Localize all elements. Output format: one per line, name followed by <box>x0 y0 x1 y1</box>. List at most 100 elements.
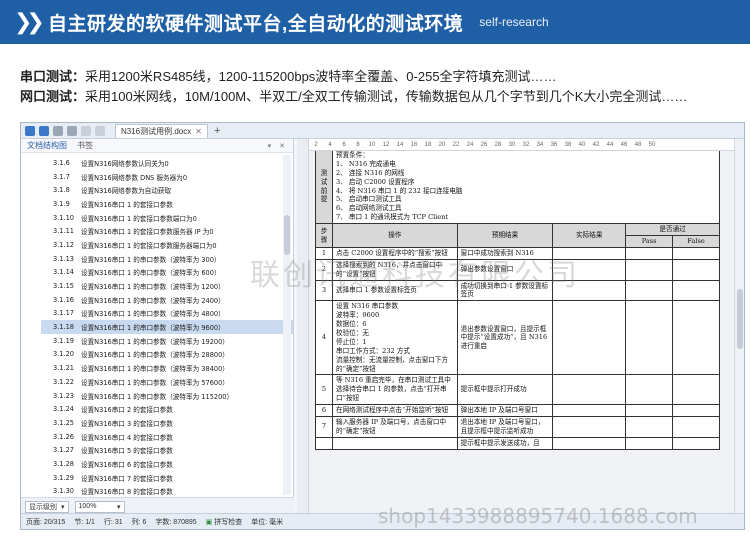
step-fail <box>672 374 720 406</box>
ruler-tick: 28 <box>494 141 502 148</box>
outline-item[interactable]: 3.1.14 设置N316串口 1 的串口参数（波特率为 600） <box>41 266 293 280</box>
open-icon[interactable] <box>53 125 63 136</box>
step-operation: 等 N316 重启完毕，在串口测试工具中选择待合串口 1 的参数，点击“打开串口… <box>331 374 458 406</box>
outline-item[interactable]: 3.1.11 设置N316串口 1 的套接口参数服务器 IP 为0 <box>41 224 293 238</box>
table-header-row: 步骤 操作 预期结果 实际结果 是否通过 <box>315 223 720 248</box>
ruler-tick: 2 <box>314 141 318 148</box>
app-logo-icon[interactable] <box>25 125 35 136</box>
document-scroll-thumb[interactable] <box>737 289 743 349</box>
display-level-select[interactable]: 显示级别 ▾ <box>25 500 69 513</box>
tab-document-map[interactable]: 文档结构图 <box>27 140 67 151</box>
status-page[interactable]: 页面: 20/315 <box>26 517 65 527</box>
outline-item[interactable]: 3.1.20 设置N316串口 1 的串口参数（波特率为 28800） <box>41 348 293 362</box>
checkbox-icon: ▣ <box>205 518 213 526</box>
outline-item[interactable]: 3.1.16 设置N316串口 1 的串口参数（波特率为 2400） <box>41 293 293 307</box>
zoom-select[interactable]: 100% ▾ <box>74 500 125 513</box>
undo-icon[interactable] <box>81 125 91 136</box>
outline-item[interactable]: 3.1.27 设置N316串口 5 的套接口参数 <box>41 443 293 457</box>
outline-item[interactable]: 3.1.21 设置N316串口 1 的串口参数（波特率为 38400） <box>41 361 293 375</box>
outline-item[interactable]: 3.1.7 设置N316网络参数 DNS 服务器为0 <box>41 170 293 184</box>
outline-item-text: 设置N316串口 1 的套接口参数 <box>81 200 173 209</box>
status-bar: 页面: 20/315 节: 1/1 行: 31 列: 6 字数: 870895 … <box>21 513 744 529</box>
ruler-tick: 16 <box>410 141 418 148</box>
outline-item-text: 设置N316串口 3 的套接口参数 <box>81 419 173 428</box>
step-operation-line: 校验位：无 <box>335 329 369 338</box>
outline-item[interactable]: 3.1.6 设置N316网络参数认同关为0 <box>41 156 293 170</box>
outline-list: 3.1.6 设置N316网络参数认同关为0 3.1.7 设置N316网络参数 DNS … <box>41 156 293 498</box>
redo-icon[interactable] <box>95 125 105 136</box>
outline-item-text: 设置N316串口 4 的套接口参数 <box>81 433 173 442</box>
display-level-label: 显示级别 <box>29 503 57 511</box>
pane-controls-icon[interactable]: ▾ ✕ <box>268 142 288 150</box>
outline-item[interactable]: 3.1.26 设置N316串口 4 的套接口参数 <box>41 430 293 444</box>
document-tab[interactable]: N316测试用例.docx ✕ <box>115 123 208 138</box>
outline-item[interactable]: 3.1.10 设置N316串口 1 的套接口参数端口为0 <box>41 211 293 225</box>
outline-item-text: 设置N316串口 1 的套接口参数服务器 IP 为0 <box>81 228 214 237</box>
step-actual <box>552 404 627 418</box>
close-tab-icon[interactable]: ✕ <box>195 127 202 136</box>
precondition-line: 5、 启动串口测试工具 <box>335 195 402 204</box>
outline-item[interactable]: 3.1.24 设置N316串口 2 的套接口参数 <box>41 402 293 416</box>
outline-scrollbar[interactable] <box>283 155 291 495</box>
outline-item[interactable]: 3.1.9 设置N316串口 1 的套接口参数 <box>41 197 293 211</box>
document-scrollbar[interactable] <box>734 139 744 515</box>
ruler-tick: 38 <box>564 141 572 148</box>
status-unit[interactable]: 单位: 毫米 <box>251 517 283 527</box>
outline-item[interactable]: 3.1.13 设置N316串口 1 的串口参数（波特率为 300） <box>41 252 293 266</box>
outline-item[interactable]: 3.1.19 设置N316串口 1 的串口参数（波特率为 19200） <box>41 334 293 348</box>
outline-item[interactable]: 3.1.12 设置N316串口 1 的套接口参数服务器端口为0 <box>41 238 293 252</box>
outline-item[interactable]: 3.1.23 设置N316串口 1 的串口参数（波特率为 115200） <box>41 389 293 403</box>
tab-bookmarks[interactable]: 书签 <box>77 140 93 151</box>
outline-item[interactable]: 3.1.22 设置N316串口 1 的串口参数（波特率为 57600） <box>41 375 293 389</box>
outline-scroll-thumb[interactable] <box>284 215 290 255</box>
step-fail <box>672 246 720 260</box>
serial-test-label: 串口测试： <box>20 69 86 84</box>
outline-item[interactable]: 3.1.17 设置N316串口 1 的串口参数（波特率为 4800） <box>41 307 293 321</box>
save-icon[interactable] <box>39 125 49 136</box>
outline-item-number: 3.1.21 <box>53 364 74 373</box>
serial-test-text: 采用1200米RS485线，1200-115200bps波特率全覆盖、0-255… <box>85 69 557 84</box>
new-tab-icon[interactable]: + <box>214 125 220 137</box>
step-actual <box>552 300 627 376</box>
outline-item[interactable]: 3.1.29 设置N316串口 7 的套接口参数 <box>41 471 293 485</box>
step-actual <box>552 246 627 260</box>
outline-item-text: 设置N316串口 2 的套接口参数 <box>81 406 173 415</box>
outline-item[interactable]: 3.1.25 设置N316串口 3 的套接口参数 <box>41 416 293 430</box>
step-number: 3 <box>315 279 333 302</box>
spell-check[interactable]: ▣ 拼写检查 <box>206 517 243 527</box>
step-expected: 提示框中提示打开成功 <box>456 374 554 406</box>
ruler-tick: 6 <box>342 141 346 148</box>
step-row: 4 设置 N316 串口参数 波特率：9600 数据位：6 校验位：无 停止位：1 串口工作… <box>315 300 720 376</box>
status-words[interactable]: 字数: 870895 <box>155 517 196 527</box>
step-actual <box>552 436 627 450</box>
header-actual: 实际结果 <box>552 223 627 248</box>
step-pass <box>625 436 674 450</box>
print-icon[interactable] <box>67 125 77 136</box>
step-operation-line: 停止位：1 <box>335 337 367 346</box>
precondition-line: 3、 启动 C2000 设置程序 <box>335 177 415 186</box>
outline-item-number: 3.1.20 <box>53 350 74 359</box>
step-number: 2 <box>315 258 333 281</box>
outline-item-text: 设置N316串口 1 的串口参数（波特率为 115200） <box>81 392 234 401</box>
step-operation <box>331 436 458 450</box>
outline-item[interactable]: 3.1.28 设置N316串口 6 的套接口参数 <box>41 457 293 471</box>
step-expected: 弹出本地 IP 及端口号窗口 <box>456 404 554 418</box>
step-fail <box>672 300 720 376</box>
step-operation: 在网络测试程序中点击“开始监听”按钮 <box>331 404 458 418</box>
outline-item-text: 设置N316串口 1 的串口参数（波特率为 28800） <box>81 351 229 360</box>
steps-body: 1 点击 C2000 设置程序中的“搜索”按钮 窗口中成功搜索到 N316 2 选择搜索… <box>315 246 720 450</box>
zoom-value: 100% <box>78 503 97 510</box>
status-col: 列: 6 <box>131 518 147 526</box>
outline-item[interactable]: 3.1.8 设置N316网络参数为自动获取 <box>41 183 293 197</box>
banner-title: 自主研发的软硬件测试平台,全自动化的测试环境 <box>48 13 464 35</box>
outline-item[interactable]: 3.1.15 设置N316串口 1 的串口参数（波特率为 1200） <box>41 279 293 293</box>
step-row: 提示框中提示发送成功，且 <box>315 436 720 450</box>
outline-item-text: 设置N316串口 1 的串口参数（波特率为 19200） <box>81 337 229 346</box>
document-tab-label: N316测试用例.docx <box>121 126 192 136</box>
document-page: 测试前提 预置条件： 1、 N316 完成通电 2、 连接 N316 的网线 3、 启… <box>309 151 734 515</box>
outline-item[interactable]: 3.1.18 设置N316串口 1 的串口参数（波特率为 9600） <box>41 320 293 334</box>
ruler-tick: 30 <box>508 141 516 148</box>
step-operation: 选择搜索到的 N316，并点击窗口中的“设置”按钮 <box>331 258 458 281</box>
outline-item-number: 3.1.14 <box>53 268 74 277</box>
step-fail <box>672 436 720 450</box>
